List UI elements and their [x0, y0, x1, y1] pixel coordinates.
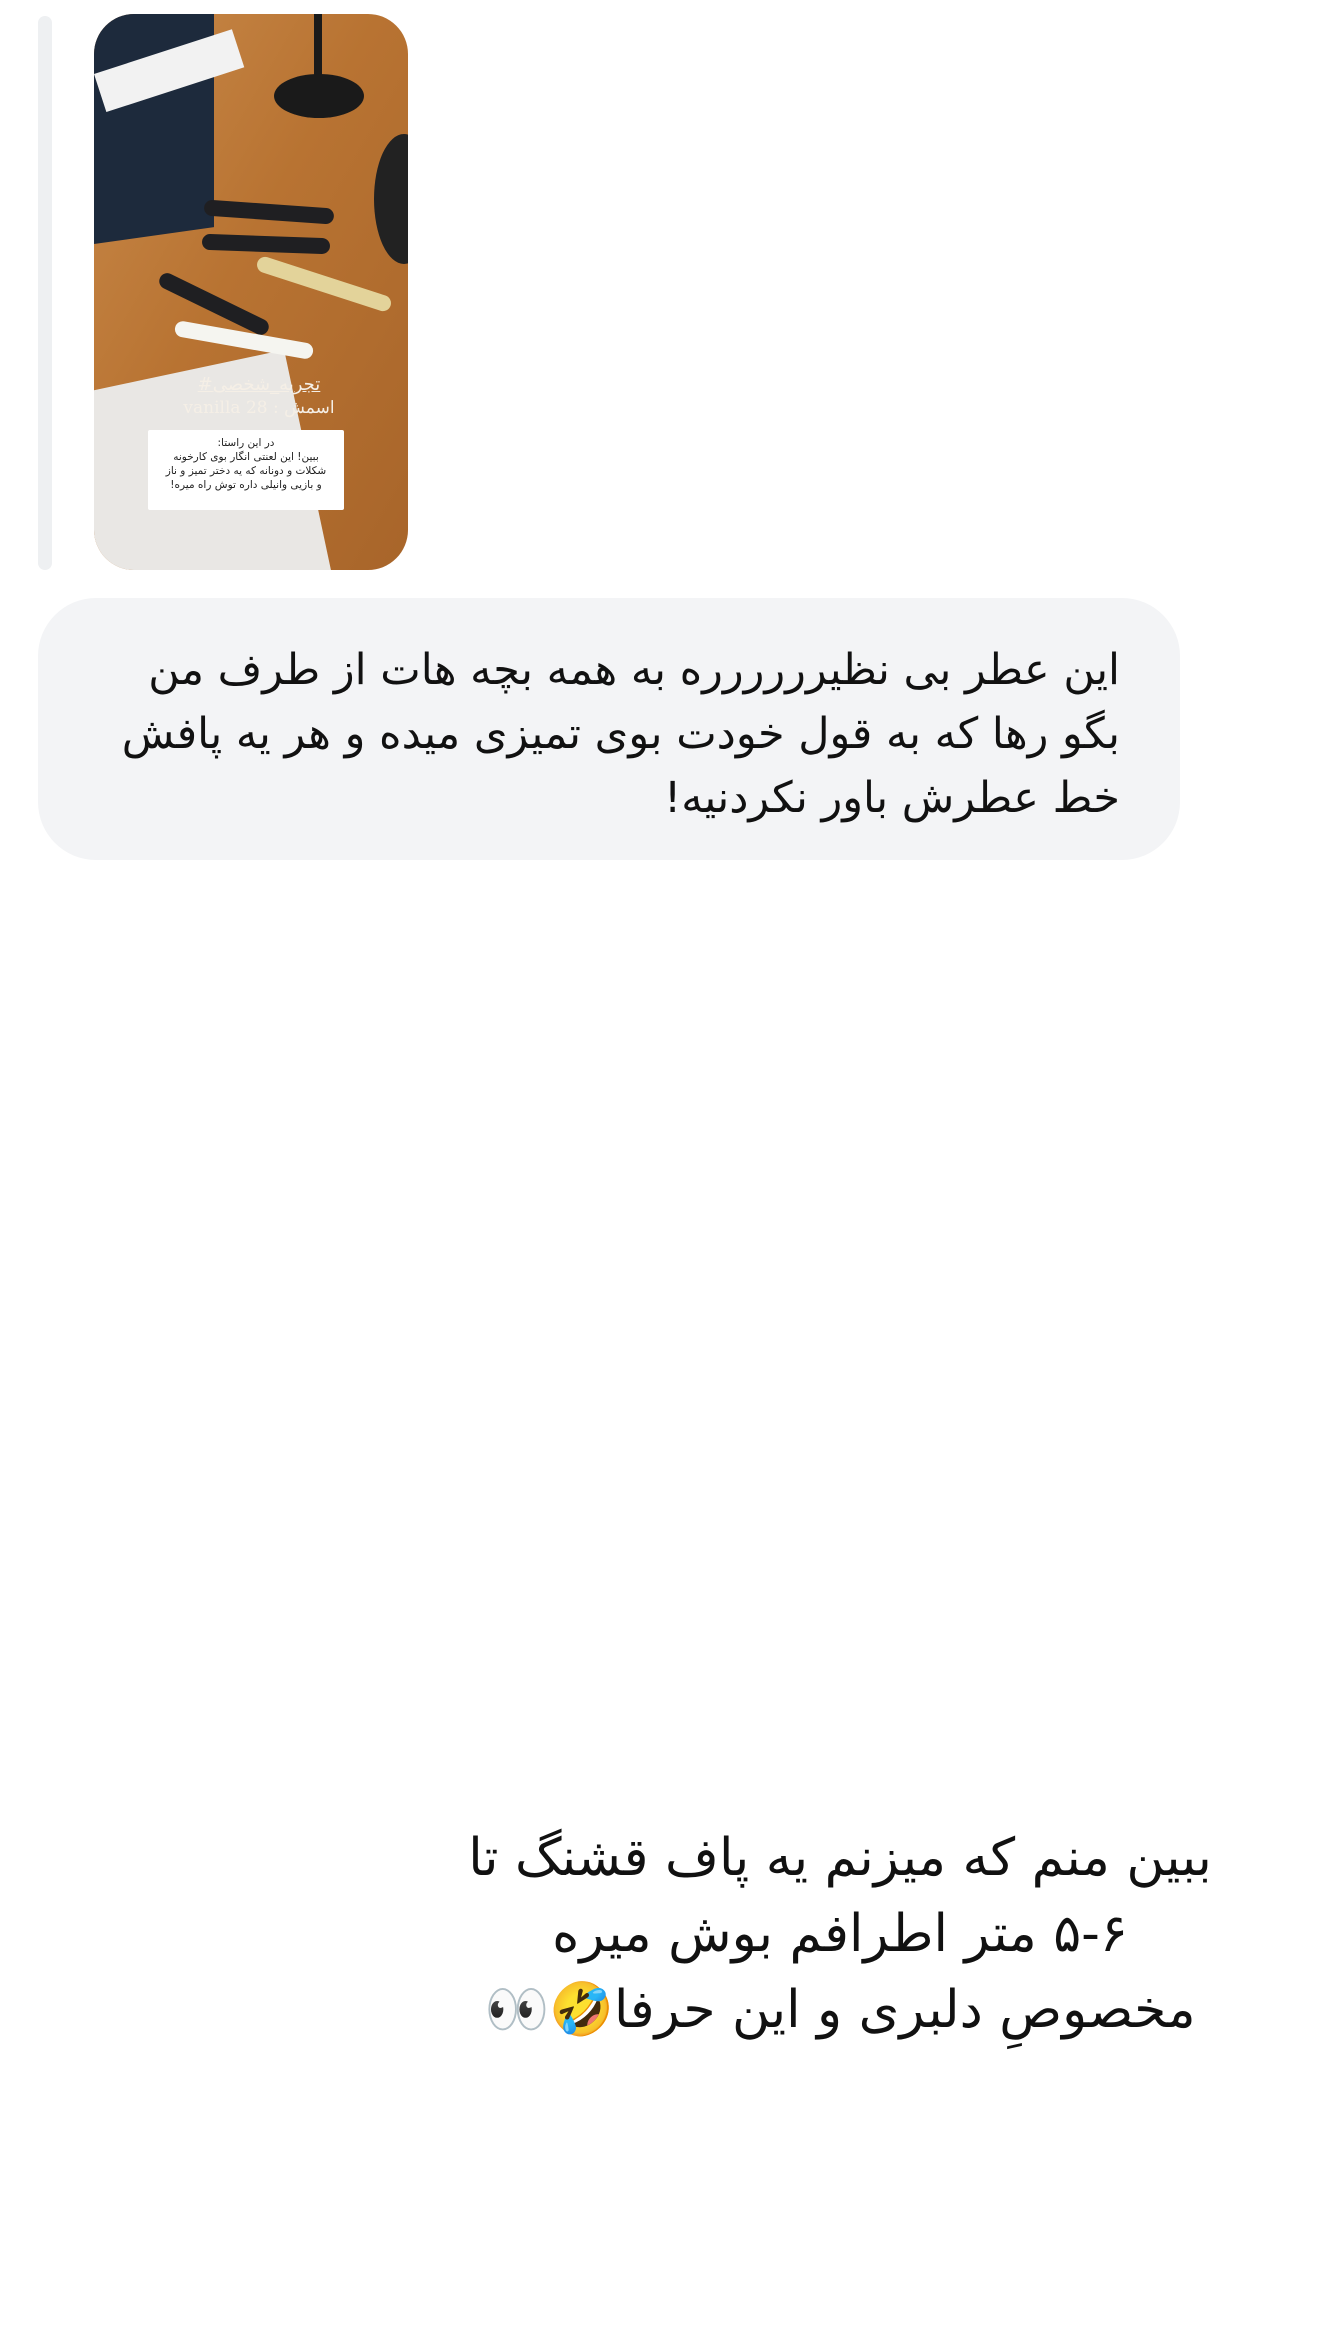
story-note-line: شکلات و دونانه که یه دختر تمیز و ناز [165, 465, 327, 477]
caption-line: ۵-۶ متر اطرافم بوش میره [552, 1904, 1128, 1964]
story-stand-base [274, 74, 364, 118]
story-perfume-name: vanilla 28 : اسمش [183, 398, 335, 418]
reply-indicator-bar [38, 16, 52, 570]
perfume-vial [201, 233, 331, 255]
perfume-vial [254, 254, 394, 314]
message-text: این عطر بی نظیرررررره به همه بچه هات از … [121, 645, 1120, 823]
story-dark-object [374, 134, 408, 264]
caption-line: مخصوصِ دلبری و این حرفا🤣👀 [484, 1980, 1196, 2040]
story-note-line: و بازیی وانیلی داره توش راه میره! [170, 479, 322, 491]
perfume-vial [203, 199, 335, 225]
message-bubble[interactable]: این عطر بی نظیرررررره به همه بچه هات از … [38, 598, 1180, 860]
story-note-line: در این راستا: [217, 437, 275, 449]
caption-line: ببین منم که میزنم یه پاف قشنگ تا [468, 1828, 1212, 1888]
story-note-card: در این راستا: ببین! این لعنتی انگار بوی … [148, 430, 344, 510]
story-reply-thumbnail[interactable]: #تجربه_شخصی vanilla 28 : اسمش در این راس… [94, 14, 408, 570]
story-hashtag: #تجربه_شخصی [197, 374, 321, 395]
story-note-line: ببین! این لعنتی انگار بوی کارخونه [173, 451, 319, 463]
caption-text: ببین منم که میزنم یه پاف قشنگ تا ۵-۶ متر… [460, 1820, 1220, 2048]
